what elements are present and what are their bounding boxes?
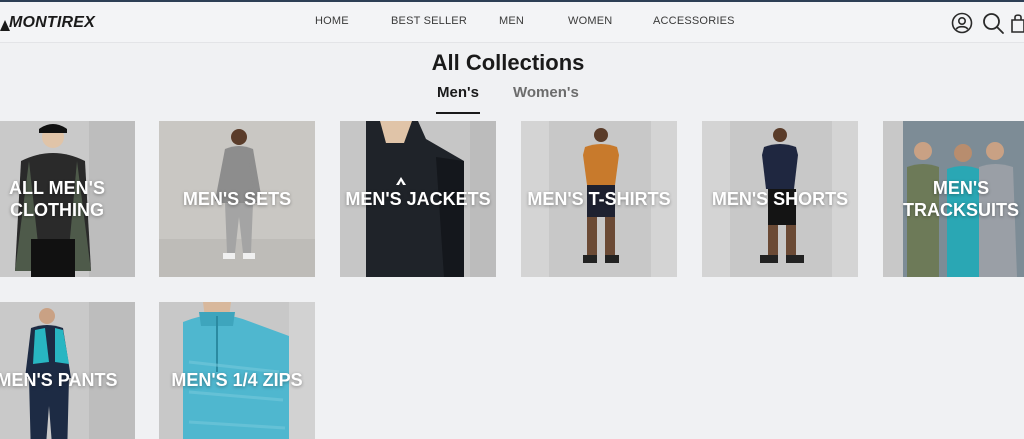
nav-best-seller[interactable]: BEST SELLER: [391, 15, 467, 27]
tab-mens[interactable]: Men's: [437, 84, 479, 101]
active-tab-indicator: [436, 112, 480, 114]
collection-card-mens-quarter-zips[interactable]: MEN'S 1/4 ZIPS: [159, 302, 315, 439]
collection-card-all-mens-clothing[interactable]: ALL MEN'S CLOTHING: [0, 121, 135, 277]
nav-men[interactable]: MEN: [499, 15, 524, 27]
collection-label: MEN'S SETS: [182, 188, 292, 209]
account-icon[interactable]: [950, 11, 974, 35]
collection-label: MEN'S TRACKSUITS: [903, 177, 1019, 221]
collection-card-mens-t-shirts[interactable]: MEN'S T-SHIRTS: [521, 121, 677, 277]
collection-label: MEN'S 1/4 ZIPS: [171, 369, 303, 390]
collection-label: MEN'S JACKETS: [345, 188, 491, 209]
collection-card-mens-jackets[interactable]: MEN'S JACKETS: [340, 121, 496, 277]
search-icon[interactable]: [981, 11, 1005, 35]
main-nav: HOME BEST SELLER MEN WOMEN ACCESSORIES: [0, 15, 1024, 31]
collection-label: ALL MEN'S CLOTHING: [9, 177, 105, 221]
site-header: MONTIREX HOME BEST SELLER MEN WOMEN ACCE…: [0, 2, 1024, 43]
cart-icon[interactable]: [1010, 11, 1024, 35]
collection-card-mens-shorts[interactable]: MEN'S SHORTS: [702, 121, 858, 277]
page-title: All Collections: [431, 50, 585, 75]
collection-card-mens-sets[interactable]: MEN'S SETS: [159, 121, 315, 277]
nav-women[interactable]: WOMEN: [568, 15, 612, 27]
nav-home[interactable]: HOME: [315, 15, 349, 27]
collection-label: MEN'S SHORTS: [711, 188, 849, 209]
collection-label: MEN'S PANTS: [0, 369, 118, 390]
collection-card-mens-tracksuits[interactable]: MEN'S TRACKSUITS: [883, 121, 1024, 277]
collection-label: MEN'S T-SHIRTS: [527, 188, 671, 209]
tab-womens[interactable]: Women's: [513, 84, 579, 101]
nav-accessories[interactable]: ACCESSORIES: [653, 15, 735, 27]
collection-card-mens-pants[interactable]: MEN'S PANTS: [0, 302, 135, 439]
